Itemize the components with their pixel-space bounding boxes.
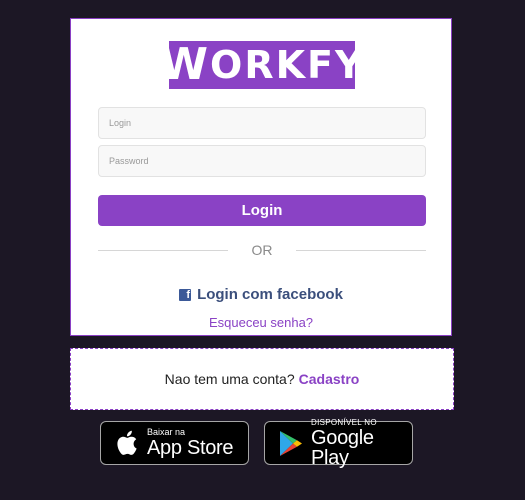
app-store-name: App Store: [147, 437, 234, 459]
login-card: WORKFY Login OR f Login com facebook Esq…: [70, 18, 452, 336]
login-input[interactable]: [98, 107, 426, 139]
facebook-login-link[interactable]: f Login com facebook: [71, 286, 451, 303]
or-divider: OR: [98, 241, 426, 259]
signup-prompt: Nao tem uma conta?: [164, 371, 295, 387]
google-play-icon: [280, 430, 302, 456]
apple-icon: [117, 430, 137, 455]
facebook-login-label: Login com facebook: [197, 286, 343, 303]
signup-link[interactable]: Cadastro: [299, 371, 360, 387]
app-store-badge[interactable]: Baixar na App Store: [100, 421, 249, 465]
logo-initial: W: [159, 39, 211, 90]
forgot-password-link[interactable]: Esqueceu senha?: [71, 315, 451, 330]
workfy-logo: W ORKFY: [159, 41, 363, 89]
logo-rest: ORKFY: [210, 43, 365, 87]
signup-box: Nao tem uma conta? Cadastro: [70, 348, 454, 410]
divider-line-right: [296, 250, 426, 251]
app-store-small-text: Baixar na: [147, 427, 186, 437]
facebook-icon: f: [179, 288, 192, 301]
login-button[interactable]: Login: [98, 195, 426, 226]
google-play-badge[interactable]: DISPONÍVEL NO Google Play: [264, 417, 413, 469]
password-input[interactable]: [98, 145, 426, 177]
google-play-name: Google Play: [311, 426, 374, 469]
google-play-small-text: DISPONÍVEL NO: [311, 417, 377, 427]
